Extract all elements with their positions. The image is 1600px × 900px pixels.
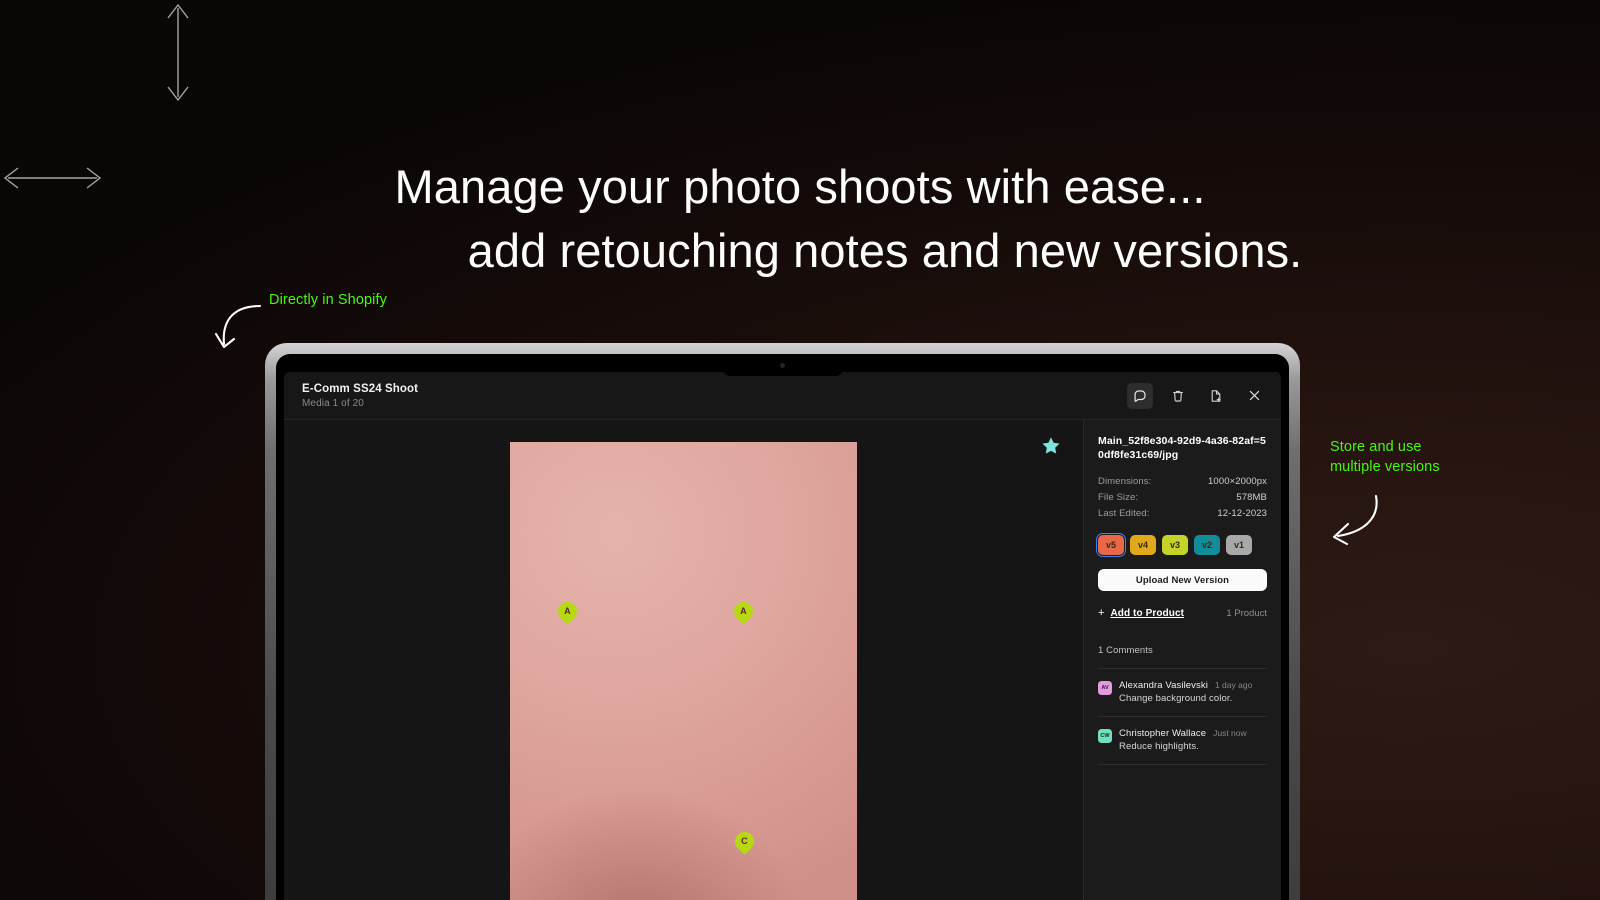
version-chip-label: v2 xyxy=(1201,540,1212,550)
metadata-value: 12-12-2023 xyxy=(1217,508,1267,519)
comment-text: Reduce highlights. xyxy=(1119,741,1199,752)
metadata-label: Dimensions: xyxy=(1098,476,1152,487)
metadata-value: 1000×2000px xyxy=(1208,476,1267,487)
comment-author: Christopher Wallace xyxy=(1119,728,1207,739)
version-chip-v1[interactable]: v1 xyxy=(1226,535,1252,555)
comment-item[interactable]: AV Alexandra Vasilevski 1 day ago Change… xyxy=(1098,669,1267,717)
version-chip-label: v3 xyxy=(1169,540,1180,550)
close-icon[interactable] xyxy=(1241,383,1267,409)
version-chips: v5 v4 v3 v2 v1 xyxy=(1096,533,1267,557)
comment-item[interactable]: CW Christopher Wallace Just now Reduce h… xyxy=(1098,717,1267,765)
comment-time: Just now xyxy=(1213,728,1247,738)
comment-text: Change background color. xyxy=(1119,693,1233,704)
annotation-pin-label: A xyxy=(740,606,747,616)
metadata-value: 578MB xyxy=(1236,492,1267,503)
version-chip-v2[interactable]: v2 xyxy=(1194,535,1220,555)
star-icon[interactable] xyxy=(1041,436,1061,456)
callout-versions: Store and use multiple versions xyxy=(1330,439,1440,475)
curved-arrow-shopify-icon xyxy=(214,304,262,349)
comment-author: Alexandra Vasilevski xyxy=(1119,680,1208,691)
metadata-label: Last Edited: xyxy=(1098,508,1150,519)
camera-icon xyxy=(780,362,785,368)
version-chip-label: v1 xyxy=(1233,540,1244,550)
add-to-product-row: + Add to Product 1 Product xyxy=(1098,607,1267,619)
trash-icon[interactable] xyxy=(1165,383,1191,409)
app-header: E-Comm SS24 Shoot Media 1 of 20 xyxy=(284,372,1281,420)
comment-meta: Christopher Wallace Just now xyxy=(1119,728,1247,739)
plus-icon: + xyxy=(1098,607,1105,619)
page-root: Manage your photo shoots with ease... add… xyxy=(0,0,1600,900)
laptop-mockup: E-Comm SS24 Shoot Media 1 of 20 A A C Ma… xyxy=(265,343,1300,900)
vertical-double-arrow-icon xyxy=(167,3,189,102)
metadata-row: File Size: 578MB xyxy=(1098,492,1267,503)
annotation-pin-label: A xyxy=(564,606,571,616)
product-count: 1 Product xyxy=(1226,607,1267,619)
header-actions xyxy=(1127,382,1267,409)
comment-main: Alexandra Vasilevski 1 day ago Change ba… xyxy=(1119,680,1252,704)
version-chip-label: v5 xyxy=(1105,540,1116,550)
file-add-icon[interactable] xyxy=(1203,383,1229,409)
metadata-label: File Size: xyxy=(1098,492,1139,503)
annotation-pin[interactable]: A xyxy=(730,598,757,625)
comment-time: 1 day ago xyxy=(1214,680,1253,690)
version-chip-label: v4 xyxy=(1137,540,1148,550)
product-photo[interactable]: A A C xyxy=(510,442,857,900)
version-chip-v5[interactable]: v5 xyxy=(1096,533,1126,557)
annotation-pin[interactable]: A xyxy=(554,598,581,625)
avatar: CW xyxy=(1098,729,1112,743)
laptop-notch xyxy=(721,354,844,376)
headline-line-1: Manage your photo shoots with ease... xyxy=(394,160,1206,213)
annotation-pin[interactable]: C xyxy=(731,828,758,855)
comment-meta: Alexandra Vasilevski 1 day ago xyxy=(1119,680,1252,691)
shoot-title: E-Comm SS24 Shoot xyxy=(302,382,419,395)
curved-arrow-versions-icon xyxy=(1332,494,1378,546)
add-to-product-link[interactable]: Add to Product xyxy=(1110,608,1184,619)
comments-header: 1 Comments xyxy=(1098,645,1267,669)
avatar-initials: CW xyxy=(1100,733,1110,739)
header-titles: E-Comm SS24 Shoot Media 1 of 20 xyxy=(302,383,418,409)
version-chip-v4[interactable]: v4 xyxy=(1130,535,1156,555)
page-title: Manage your photo shoots with ease... add… xyxy=(0,155,1600,283)
avatar-initials: AV xyxy=(1101,685,1109,691)
app-body: A A C Main_52f8e304-92d9-4a36-82af=50df8… xyxy=(284,420,1281,900)
media-detail-app: E-Comm SS24 Shoot Media 1 of 20 A A C Ma… xyxy=(284,372,1281,900)
media-counter: Media 1 of 20 xyxy=(302,397,364,409)
avatar: AV xyxy=(1098,681,1112,695)
image-canvas: A A C xyxy=(284,420,1083,900)
comment-main: Christopher Wallace Just now Reduce high… xyxy=(1119,728,1247,752)
metadata-list: Dimensions: 1000×2000px File Size: 578MB… xyxy=(1098,476,1267,519)
metadata-row: Last Edited: 12-12-2023 xyxy=(1098,508,1267,519)
callout-shopify: Directly in Shopify xyxy=(269,292,387,308)
laptop-screen: E-Comm SS24 Shoot Media 1 of 20 A A C Ma… xyxy=(276,354,1289,900)
photo-wrap: A A C xyxy=(510,442,857,900)
file-name: Main_52f8e304-92d9-4a36-82af=50df8fe31c6… xyxy=(1098,435,1266,461)
headline-line-2: add retouching notes and new versions. xyxy=(467,224,1303,277)
details-sidebar: Main_52f8e304-92d9-4a36-82af=50df8fe31c6… xyxy=(1083,420,1281,900)
metadata-row: Dimensions: 1000×2000px xyxy=(1098,476,1267,487)
annotation-pin-label: C xyxy=(741,836,748,846)
upload-new-version-button[interactable]: Upload New Version xyxy=(1098,569,1267,591)
version-chip-v3[interactable]: v3 xyxy=(1162,535,1188,555)
comment-icon[interactable] xyxy=(1127,382,1153,409)
